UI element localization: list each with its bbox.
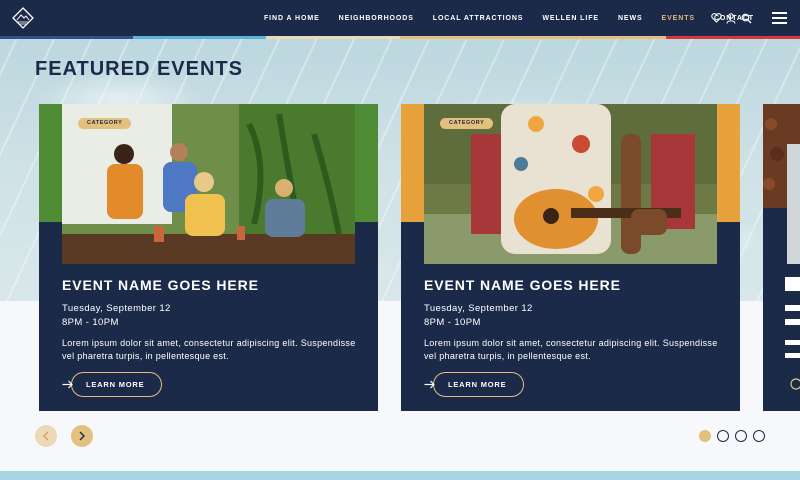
hamburger-menu-icon[interactable] — [772, 12, 787, 24]
event-photo-partial — [763, 104, 800, 390]
chevron-left-icon — [43, 431, 49, 441]
section-heading: FEATURED EVENTS — [35, 58, 243, 80]
bottom-accent-strip — [0, 471, 800, 480]
category-badge: CATEGORY — [78, 118, 132, 129]
nav-find-a-home[interactable]: FIND A HOME — [264, 15, 320, 22]
pagination-dot-4[interactable] — [753, 430, 765, 442]
event-title: EVENT NAME GOES HERE — [424, 277, 621, 293]
event-photo-friends: CATEGORY — [39, 104, 378, 264]
carousel-pagination — [699, 430, 771, 442]
nav-local-attractions[interactable]: LOCAL ATTRACTIONS — [433, 15, 524, 22]
arrow-right-icon — [424, 380, 435, 389]
event-date: Tuesday, September 12 — [424, 303, 533, 314]
event-time: 8PM - 10PM — [62, 317, 119, 328]
carousel-next-button[interactable] — [71, 425, 93, 447]
event-description: Lorem ipsum dolor sit amet, consectetur … — [424, 338, 718, 361]
event-card[interactable]: CATEGORY EVENT NAME GOES HERE Tuesday, S… — [401, 104, 740, 411]
event-photo-guitarist: CATEGORY — [401, 104, 740, 264]
event-description: Lorem ipsum dolor sit amet, consectetur … — [62, 338, 356, 361]
nav-neighborhoods[interactable]: NEIGHBORHOODS — [339, 15, 414, 22]
main-menu: FIND A HOME NEIGHBORHOODS LOCAL ATTRACTI… — [264, 0, 773, 36]
event-date: Tuesday, September 12 — [62, 303, 171, 314]
nav-news[interactable]: NEWS — [618, 15, 643, 22]
user-icon[interactable] — [724, 11, 738, 25]
nav-icon-group — [709, 11, 754, 25]
search-icon[interactable] — [739, 11, 753, 25]
diamond-mountain-logo[interactable] — [12, 7, 34, 29]
pagination-dot-1[interactable] — [699, 430, 711, 442]
nav-events[interactable]: EVENTS — [662, 15, 695, 22]
event-card[interactable]: CATEGORY EVENT NAME GOES HERE Tuesday, S… — [39, 104, 378, 411]
learn-more-button[interactable]: LEARN MORE — [424, 372, 546, 397]
category-badge: CATEGORY — [440, 118, 494, 129]
nav-wellen-life[interactable]: WELLEN LIFE — [542, 15, 599, 22]
event-title: EVENT NAME GOES HERE — [62, 277, 259, 293]
carousel-prev-button[interactable] — [35, 425, 57, 447]
event-time: 8PM - 10PM — [424, 317, 481, 328]
heart-icon[interactable] — [709, 11, 723, 25]
pagination-dot-2[interactable] — [717, 430, 729, 442]
pagination-dot-3[interactable] — [735, 430, 747, 442]
learn-more-label: LEARN MORE — [448, 380, 507, 389]
chevron-right-icon — [79, 431, 85, 441]
event-card-partial[interactable] — [763, 104, 800, 411]
arrow-right-icon — [62, 380, 73, 389]
learn-more-label: LEARN MORE — [86, 380, 145, 389]
learn-more-button[interactable]: LEARN MORE — [62, 372, 184, 397]
top-nav: FIND A HOME NEIGHBORHOODS LOCAL ATTRACTI… — [0, 0, 800, 36]
